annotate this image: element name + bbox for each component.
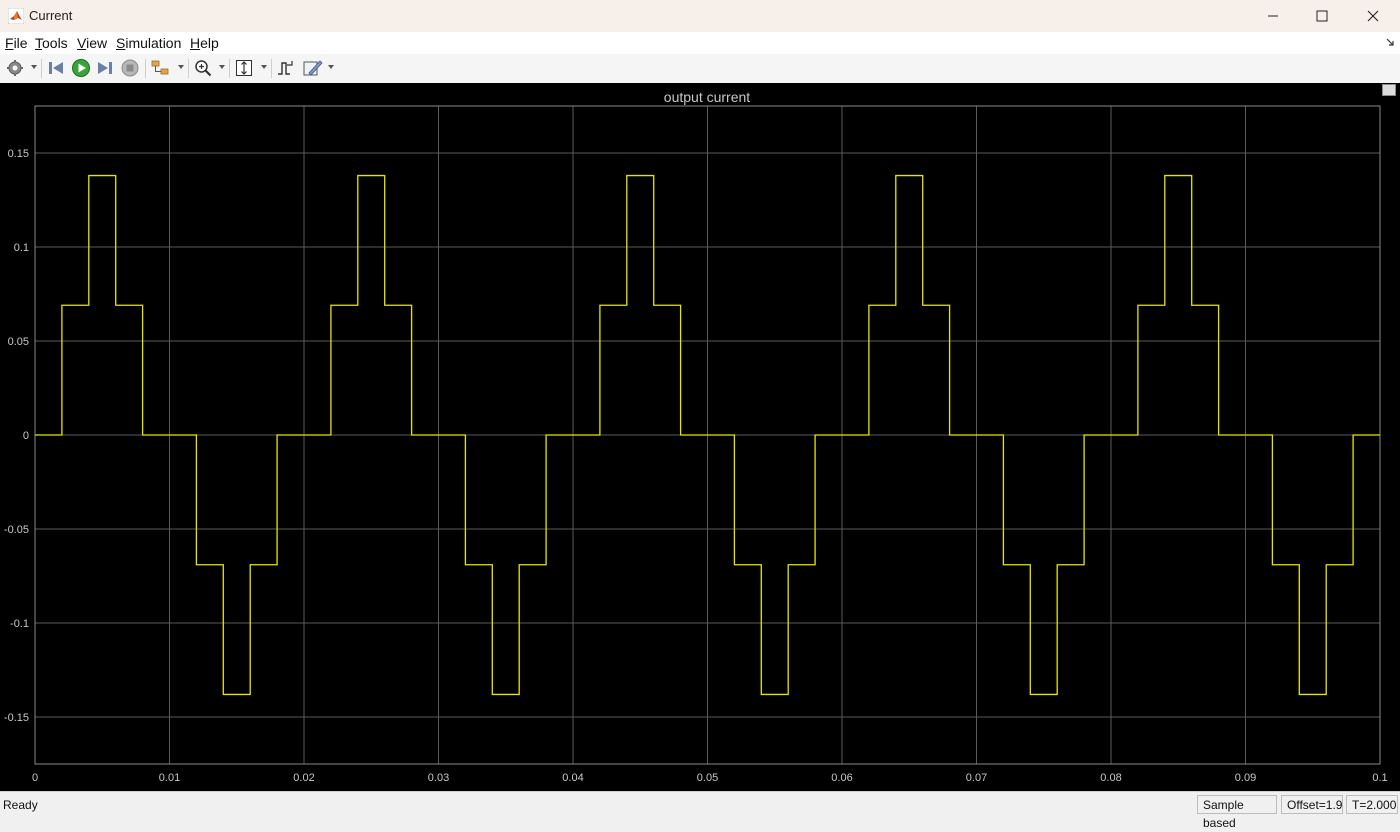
y-tick-label: -0.15 [4,712,29,724]
y-tick-label: 0 [23,430,29,442]
matlab-logo-icon [8,8,24,24]
x-tick-label: 0.01 [159,772,180,784]
step-back-icon [49,62,63,74]
y-tick-label: 0.1 [14,242,29,254]
x-tick-label: 0.03 [428,772,449,784]
x-tick-label: 0.06 [831,772,852,784]
run-button[interactable] [71,58,91,78]
run-icon [72,59,90,77]
scope-chart[interactable]: output current 0 0.01 0.02 0.03 0.04 0.05 0.06… [0,83,1400,791]
settings-dropdown-icon[interactable] [31,65,37,69]
status-sample-mode: Sample based [1197,795,1277,830]
x-tick-label: 0.04 [562,772,583,784]
highlight-dropdown-icon[interactable] [178,65,184,69]
step-forward-button[interactable] [96,58,114,78]
y-tick-label: -0.05 [4,524,29,536]
y-tick-label: 0.15 [8,148,29,160]
measurements-dropdown-icon[interactable] [328,65,334,69]
x-tick-label: 0.02 [293,772,314,784]
undock-icon[interactable] [1386,37,1396,47]
step-back-button[interactable] [47,58,65,78]
zoom-dropdown-icon[interactable] [219,65,225,69]
toolbar [0,54,1400,84]
menu-tools[interactable]: Tools [35,35,68,51]
minimize-button[interactable] [1250,0,1296,32]
scale-axes-dropdown-icon[interactable] [261,65,267,69]
x-tick-label: 0.1 [1372,772,1387,784]
x-tick-label: 0.08 [1100,772,1121,784]
maximize-icon [1316,10,1328,22]
measurements-icon [303,60,323,76]
toolbar-separator [271,59,272,78]
menu-view[interactable]: View [77,35,107,51]
window-title: Current [29,8,73,23]
y-tick-label: 0.05 [8,336,29,348]
toolbar-separator [41,59,42,78]
highlight-block-icon [151,60,169,75]
settings-icon [7,60,23,76]
zoom-icon [195,60,212,77]
scale-axes-button[interactable] [235,58,253,78]
chart-title: output current [664,89,750,105]
toolbar-separator [188,59,189,78]
title-bar: Current [0,0,1400,33]
status-time: T=2.000 [1346,795,1398,814]
x-tick-label: 0.07 [966,772,987,784]
menu-help[interactable]: Help [190,35,219,51]
measurements-button[interactable] [303,58,323,78]
menu-simulation[interactable]: Simulation [116,35,181,51]
x-tick-label: 0 [32,772,38,784]
stop-icon [121,59,139,77]
status-bar: Ready Sample based Offset=1.9 T=2.000 [0,791,1400,830]
close-icon [1367,10,1379,22]
x-tick-label: 0.05 [697,772,718,784]
step-forward-icon [98,62,112,74]
stop-button[interactable] [121,58,139,78]
scale-axes-icon [236,60,252,76]
restore-axes-button[interactable] [1382,84,1396,96]
maximize-button[interactable] [1299,0,1345,32]
menu-file[interactable]: File [5,35,28,51]
highlight-block-button[interactable] [151,58,171,78]
x-tick-label: 0.09 [1235,772,1256,784]
menu-bar: File Tools View Simulation Help [0,32,1400,54]
toolbar-separator [145,59,146,78]
toolbar-separator [229,59,230,78]
zoom-button[interactable] [194,58,212,78]
status-ready: Ready [3,798,38,812]
close-button[interactable] [1350,0,1396,32]
triggers-icon [278,61,293,75]
settings-button[interactable] [6,58,24,78]
minimize-icon [1268,15,1278,17]
status-offset: Offset=1.9 [1281,795,1343,814]
triggers-button[interactable] [276,58,294,78]
y-tick-label: -0.1 [10,618,29,630]
